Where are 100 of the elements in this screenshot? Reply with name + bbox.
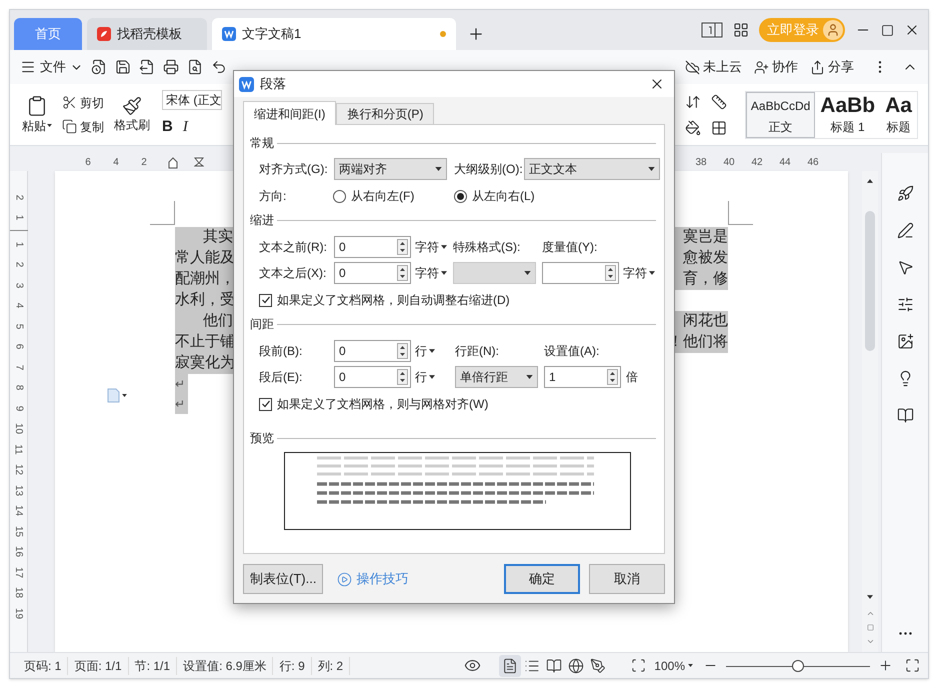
dialog-tab[interactable]: 换行和分页(P) <box>336 103 434 124</box>
preview-icon[interactable] <box>187 59 203 75</box>
field-label: 行距(N): <box>455 343 500 360</box>
radio-button[interactable] <box>454 190 467 202</box>
zoom-slider-thumb[interactable] <box>792 660 804 672</box>
ok-button[interactable]: 确定 <box>504 564 580 594</box>
unit-dropdown[interactable]: 行 <box>415 368 435 386</box>
rocket-icon[interactable] <box>896 185 914 202</box>
file-clock-icon[interactable] <box>91 59 107 75</box>
fullscreen-icon[interactable] <box>905 658 920 673</box>
undo-icon[interactable] <box>211 59 227 75</box>
zoom-in-icon[interactable] <box>878 658 893 673</box>
dialog-title: 段落 <box>260 75 287 94</box>
field-label: 方向: <box>259 188 288 205</box>
ruler-number: 1 <box>12 241 25 248</box>
style-preset[interactable]: AaBb 标题 1 <box>815 92 880 138</box>
scrollbar-thumb[interactable] <box>865 211 875 351</box>
ruler-icon[interactable] <box>710 94 727 110</box>
collaborate-button[interactable]: 协作 <box>754 57 798 77</box>
w-logo-icon <box>239 76 254 92</box>
spin-field[interactable]: 0 <box>334 262 411 284</box>
window-tab[interactable]: 文字文稿1 <box>212 18 456 50</box>
section-heading: 预览 <box>250 430 274 447</box>
cancel-button[interactable]: 取消 <box>589 564 665 594</box>
caret-icon <box>867 179 873 183</box>
eye-icon[interactable] <box>464 657 482 674</box>
checkbox-label: 如果定义了文档网格，则与网格对齐(W) <box>277 396 488 413</box>
checkbox[interactable] <box>259 398 272 410</box>
spin-field[interactable]: 0 <box>334 366 411 388</box>
spin-field[interactable]: 1 <box>544 366 621 388</box>
document-text: 育，修 <box>683 269 728 290</box>
copy-button[interactable]: 复制 <box>62 118 104 136</box>
caret-icon <box>122 394 127 397</box>
radio-button[interactable] <box>333 190 346 202</box>
spin-field[interactable]: 0 <box>334 340 411 362</box>
paintbrush-icon <box>122 96 142 116</box>
spin-arrows-icon[interactable] <box>397 369 408 385</box>
spin-field[interactable] <box>542 262 619 284</box>
first-line-indent-icon[interactable] <box>194 157 204 167</box>
unit-dropdown[interactable]: 字符 <box>415 238 447 256</box>
book-icon[interactable] <box>896 407 914 424</box>
dropdown-field[interactable]: 单倍行距 <box>455 366 538 388</box>
border-icon[interactable] <box>710 120 727 136</box>
paragraph-mark: ↵ <box>175 374 188 394</box>
ruler-number: 16 <box>12 546 25 558</box>
indent-marker-icon[interactable] <box>168 155 178 169</box>
bold-button[interactable]: B <box>162 116 173 139</box>
shading-icon[interactable] <box>684 120 701 136</box>
printer-icon[interactable] <box>163 59 179 75</box>
checkbox[interactable] <box>259 294 272 306</box>
browse-object-icon[interactable] <box>866 624 874 631</box>
spin-field[interactable]: 0 <box>334 236 411 258</box>
ruler-number: 10 <box>12 423 25 434</box>
pen-icon[interactable] <box>896 222 914 239</box>
export-icon[interactable] <box>139 59 155 75</box>
tab-stops-button[interactable]: 制表位(T)... <box>243 564 324 594</box>
spin-arrows-icon[interactable] <box>607 369 618 385</box>
next-page-icon[interactable] <box>866 637 874 646</box>
tips-link[interactable]: 操作技巧 <box>337 569 408 589</box>
previous-page-icon[interactable] <box>866 609 874 618</box>
unit-dropdown[interactable]: 字符 <box>623 264 655 282</box>
fit-page-icon[interactable] <box>631 658 646 673</box>
pointer-icon[interactable] <box>896 259 914 276</box>
ruler-number: 3 <box>12 282 25 288</box>
spin-arrows-icon[interactable] <box>605 265 616 281</box>
style-preset[interactable]: Aa 标题 <box>880 92 917 138</box>
caret-icon <box>688 664 693 667</box>
ruler-number: 11 <box>12 444 25 454</box>
save-icon[interactable] <box>115 59 131 75</box>
file-menu[interactable]: 文件 <box>20 57 83 77</box>
font-field[interactable]: 宋体 (正文 <box>162 90 222 110</box>
spin-arrows-icon[interactable] <box>397 265 408 281</box>
dialog-tab[interactable]: 缩进和间距(I) <box>243 101 336 125</box>
leaf-logo-icon <box>97 27 111 41</box>
spin-arrows-icon[interactable] <box>397 343 408 359</box>
sliders-icon[interactable] <box>896 296 914 313</box>
cloud-button[interactable]: 未上云 <box>685 57 742 77</box>
spin-arrows-icon[interactable] <box>397 239 408 255</box>
italic-button[interactable]: I <box>182 116 188 139</box>
zoom-dropdown[interactable]: 100% <box>654 656 693 674</box>
line-spacing-icon[interactable] <box>684 94 701 110</box>
apps-grid-icon[interactable] <box>733 22 749 38</box>
image-icon[interactable] <box>896 333 914 350</box>
dropdown-field[interactable]: 正文文本 <box>524 158 660 180</box>
ruler-number: 2 <box>140 156 148 170</box>
unit-dropdown[interactable]: 行 <box>415 342 435 360</box>
field-label: 特殊格式(S): <box>453 239 522 256</box>
reading-mode-icon[interactable] <box>701 22 723 38</box>
unit-dropdown[interactable]: 字符 <box>415 264 447 282</box>
style-preset[interactable]: AaBbCcDd 正文 <box>746 92 816 138</box>
cut-button[interactable]: 剪切 <box>62 94 104 112</box>
maximize-icon[interactable] <box>881 24 894 36</box>
paste-button[interactable]: 粘贴 <box>20 94 54 134</box>
share-button[interactable]: 分享 <box>810 57 854 77</box>
window-tab[interactable]: 找稻壳模板 <box>87 18 207 50</box>
ruler-number: 40 <box>722 156 736 170</box>
dropdown-field[interactable]: 两端对齐 <box>334 158 447 180</box>
format-painter-button[interactable]: 格式刷 <box>114 96 150 134</box>
field-label: 段后(E): <box>259 369 304 386</box>
view-button[interactable] <box>499 654 522 676</box>
